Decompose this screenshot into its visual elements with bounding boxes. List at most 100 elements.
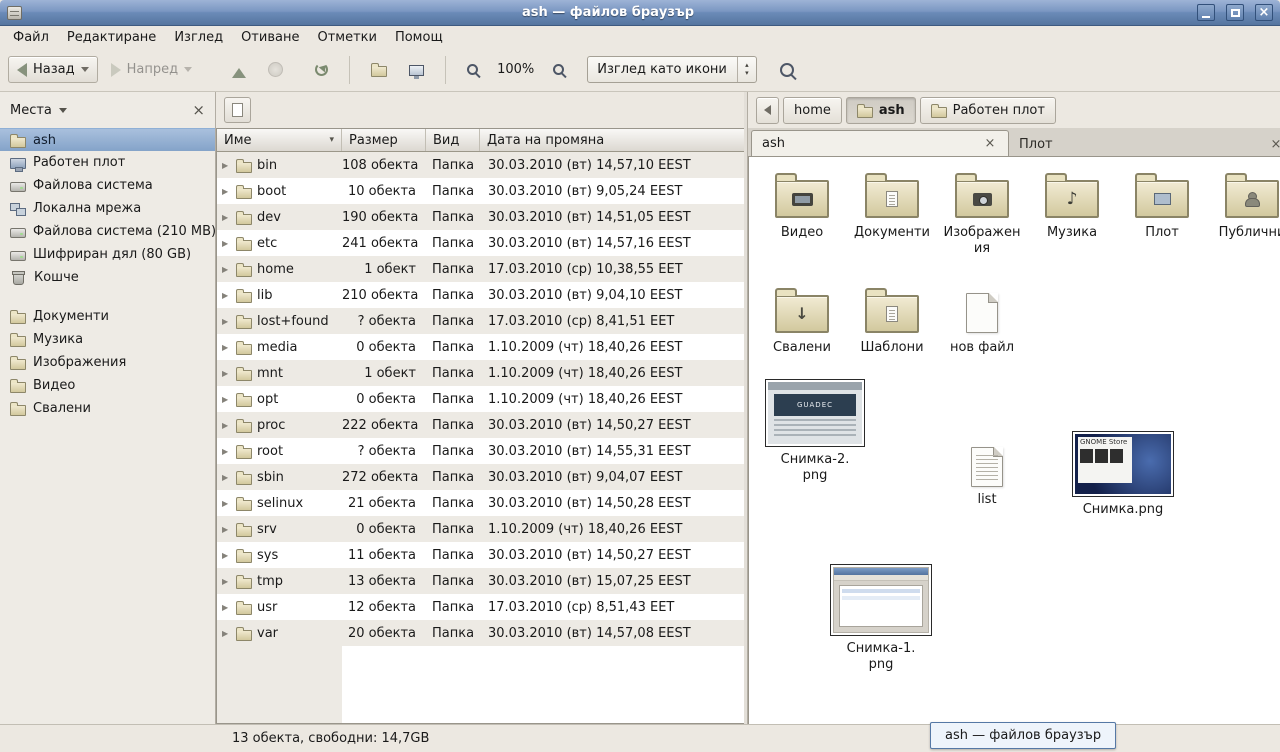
expander-icon[interactable]: ▶ bbox=[222, 213, 231, 222]
sidebar-item-ash[interactable]: ash bbox=[0, 128, 215, 151]
view-mode-select[interactable]: Изглед като икони ▴ ▾ bbox=[587, 56, 757, 83]
sidebar-item-downloads[interactable]: Свалени bbox=[0, 397, 215, 420]
table-row[interactable]: ▶ lib 210 обекта Папка 30.03.2010 (вт) 9… bbox=[217, 282, 744, 308]
table-row[interactable]: ▶ proc 222 обекта Папка 30.03.2010 (вт) … bbox=[217, 412, 744, 438]
expander-icon[interactable]: ▶ bbox=[222, 369, 231, 378]
expander-icon[interactable]: ▶ bbox=[222, 421, 231, 430]
menu-help[interactable]: Помощ bbox=[386, 28, 452, 47]
sidebar-item-desktop[interactable]: Работен плот bbox=[0, 151, 215, 174]
table-row[interactable]: ▶ etc 241 обекта Папка 30.03.2010 (вт) 1… bbox=[217, 230, 744, 256]
expander-icon[interactable]: ▶ bbox=[222, 577, 231, 586]
icon-snimka2-image[interactable]: GUADEC Снимка-2.png bbox=[763, 379, 867, 483]
expander-icon[interactable]: ▶ bbox=[222, 629, 231, 638]
table-row[interactable]: ▶ dev 190 обекта Папка 30.03.2010 (вт) 1… bbox=[217, 204, 744, 230]
icon-pictures-folder[interactable]: Изображения bbox=[937, 171, 1027, 256]
pane-location-button[interactable] bbox=[224, 97, 251, 123]
expander-icon[interactable]: ▶ bbox=[222, 499, 231, 508]
expander-icon[interactable]: ▶ bbox=[222, 265, 231, 274]
sidebar-item-pictures[interactable]: Изображения bbox=[0, 351, 215, 374]
maximize-button[interactable] bbox=[1226, 4, 1244, 21]
pathbar-ash-button[interactable]: ash bbox=[846, 97, 916, 124]
icon-view[interactable]: Видео Документи Изображения ♪ Музика bbox=[748, 157, 1280, 724]
expander-icon[interactable]: ▶ bbox=[222, 291, 231, 300]
column-header-name[interactable]: Име ▾ bbox=[217, 129, 342, 151]
table-row[interactable]: ▶ mnt 1 обект Папка 1.10.2009 (чт) 18,40… bbox=[217, 360, 744, 386]
icon-new-file[interactable]: нов файл bbox=[937, 286, 1027, 356]
up-button[interactable] bbox=[223, 55, 255, 84]
sidebar-close-icon[interactable]: × bbox=[192, 103, 205, 118]
close-button[interactable]: × bbox=[1255, 4, 1273, 21]
sidebar-item-video[interactable]: Видео bbox=[0, 374, 215, 397]
home-button[interactable] bbox=[362, 56, 396, 83]
table-row[interactable]: ▶ var 20 обекта Папка 30.03.2010 (вт) 14… bbox=[217, 620, 744, 646]
tab-close-icon[interactable]: × bbox=[982, 136, 998, 152]
icon-video-folder[interactable]: Видео bbox=[757, 171, 847, 241]
back-button[interactable]: Назад bbox=[8, 56, 98, 83]
icon-templates-folder[interactable]: Шаблони bbox=[847, 286, 937, 356]
menu-file[interactable]: Файл bbox=[4, 28, 58, 47]
sidebar-item-filesystem[interactable]: Файлова система bbox=[0, 174, 215, 197]
table-row[interactable]: ▶ opt 0 обекта Папка 1.10.2009 (чт) 18,4… bbox=[217, 386, 744, 412]
chevron-down-icon[interactable] bbox=[59, 108, 67, 117]
forward-button[interactable]: Напред bbox=[102, 56, 201, 83]
pathbar-desktop-button[interactable]: Работен плот bbox=[920, 97, 1056, 124]
stop-button[interactable] bbox=[259, 56, 292, 83]
column-header-size[interactable]: Размер bbox=[342, 129, 426, 151]
menu-view[interactable]: Изглед bbox=[165, 28, 232, 47]
table-row[interactable]: ▶ lost+found ? обекта Папка 17.03.2010 (… bbox=[217, 308, 744, 334]
computer-button[interactable] bbox=[400, 58, 433, 82]
sidebar-item-filesystem-210mb[interactable]: Файлова система (210 MB) bbox=[0, 220, 215, 243]
expander-icon[interactable]: ▶ bbox=[222, 187, 231, 196]
table-row[interactable]: ▶ selinux 21 обекта Папка 30.03.2010 (вт… bbox=[217, 490, 744, 516]
minimize-button[interactable] bbox=[1197, 4, 1215, 21]
menu-bookmarks[interactable]: Отметки bbox=[308, 28, 385, 47]
expander-icon[interactable]: ▶ bbox=[222, 161, 231, 170]
expander-icon[interactable]: ▶ bbox=[222, 603, 231, 612]
sidebar-item-music[interactable]: Музика bbox=[0, 328, 215, 351]
column-header-date[interactable]: Дата на промяна bbox=[480, 129, 744, 151]
table-row[interactable]: ▶ sbin 272 обекта Папка 30.03.2010 (вт) … bbox=[217, 464, 744, 490]
zoom-in-button[interactable] bbox=[544, 58, 573, 81]
expander-icon[interactable]: ▶ bbox=[222, 473, 231, 482]
table-row[interactable]: ▶ tmp 13 обекта Папка 30.03.2010 (вт) 15… bbox=[217, 568, 744, 594]
search-button[interactable] bbox=[771, 57, 803, 83]
tab-close-icon[interactable]: × bbox=[1268, 137, 1280, 153]
pathbar-scroll-left-button[interactable] bbox=[756, 97, 779, 124]
table-row[interactable]: ▶ usr 12 обекта Папка 17.03.2010 (ср) 8,… bbox=[217, 594, 744, 620]
spinner-arrows-icon[interactable]: ▴ ▾ bbox=[737, 57, 756, 82]
pathbar-home-button[interactable]: home bbox=[783, 97, 842, 124]
sidebar-title[interactable]: Места bbox=[10, 103, 52, 118]
icon-documents-folder[interactable]: Документи bbox=[847, 171, 937, 241]
expander-icon[interactable]: ▶ bbox=[222, 317, 231, 326]
icon-public-folder[interactable]: Публични bbox=[1207, 171, 1280, 241]
table-row[interactable]: ▶ sys 11 обекта Папка 30.03.2010 (вт) 14… bbox=[217, 542, 744, 568]
title-bar[interactable]: ash — файлов браузър × bbox=[0, 0, 1280, 26]
table-row[interactable]: ▶ bin 108 обекта Папка 30.03.2010 (вт) 1… bbox=[217, 152, 744, 178]
tab-ash[interactable]: ash × bbox=[751, 130, 1009, 156]
reload-button[interactable] bbox=[306, 57, 337, 82]
sidebar-item-documents[interactable]: Документи bbox=[0, 305, 215, 328]
column-header-type[interactable]: Вид bbox=[426, 129, 480, 151]
menu-go[interactable]: Отиване bbox=[232, 28, 308, 47]
icon-snimka-image[interactable]: GNOME Store Снимка.png bbox=[1071, 431, 1175, 518]
table-row[interactable]: ▶ home 1 обект Папка 17.03.2010 (ср) 10,… bbox=[217, 256, 744, 282]
zoom-out-button[interactable] bbox=[458, 58, 487, 81]
expander-icon[interactable]: ▶ bbox=[222, 551, 231, 560]
table-row[interactable]: ▶ boot 10 обекта Папка 30.03.2010 (вт) 9… bbox=[217, 178, 744, 204]
table-row[interactable]: ▶ root ? обекта Папка 30.03.2010 (вт) 14… bbox=[217, 438, 744, 464]
expander-icon[interactable]: ▶ bbox=[222, 239, 231, 248]
icon-music-folder[interactable]: ♪ Музика bbox=[1027, 171, 1117, 241]
table-row[interactable]: ▶ srv 0 обекта Папка 1.10.2009 (чт) 18,4… bbox=[217, 516, 744, 542]
sidebar-item-encrypted-volume[interactable]: Шифриран дял (80 GB) bbox=[0, 243, 215, 266]
sidebar-item-network[interactable]: Локална мрежа bbox=[0, 197, 215, 220]
icon-snimka1-image[interactable]: Снимка-1.png bbox=[829, 564, 933, 672]
expander-icon[interactable]: ▶ bbox=[222, 447, 231, 456]
sidebar-item-trash[interactable]: Кошче bbox=[0, 266, 215, 289]
icon-downloads-folder[interactable]: ↓ Свалени bbox=[757, 286, 847, 356]
tab-plot[interactable]: Плот × bbox=[1009, 133, 1280, 156]
icon-list-file[interactable]: list bbox=[955, 447, 1019, 508]
table-row[interactable]: ▶ media 0 обекта Папка 1.10.2009 (чт) 18… bbox=[217, 334, 744, 360]
icon-desktop-folder[interactable]: Плот bbox=[1117, 171, 1207, 241]
menu-edit[interactable]: Редактиране bbox=[58, 28, 165, 47]
expander-icon[interactable]: ▶ bbox=[222, 525, 231, 534]
